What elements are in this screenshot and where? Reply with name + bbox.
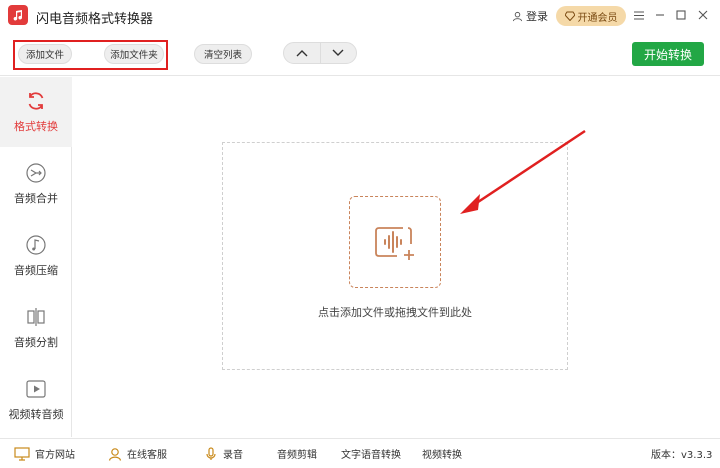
sidebar-item-video-to-audio[interactable]: 视频转音频: [0, 365, 72, 435]
sidebar-item-label: 格式转换: [14, 120, 58, 133]
version-label: 版本：v3.3.3: [651, 450, 713, 461]
sidebar-item-label: 视频转音频: [8, 408, 64, 421]
play-icon: [26, 380, 46, 398]
title-bar: 闪电音频格式转换器 登录 开通会员: [0, 0, 720, 32]
sidebar-item-audio-split[interactable]: 音频分割: [0, 293, 72, 363]
vip-label: 开通会员: [577, 12, 618, 24]
add-file-drop-target[interactable]: [349, 196, 441, 288]
sidebar-item-audio-merge[interactable]: 音频合并: [0, 149, 72, 219]
login-button[interactable]: 登录: [512, 8, 548, 24]
login-label: 登录: [526, 10, 548, 23]
sidebar-item-audio-compress[interactable]: 音频压缩: [0, 221, 72, 291]
record-link[interactable]: 录音: [204, 446, 243, 461]
merge-icon: [26, 163, 46, 183]
user-icon: [512, 11, 523, 21]
minimize-icon[interactable]: [651, 6, 669, 24]
clear-list-button[interactable]: 清空列表: [194, 44, 252, 64]
sidebar-item-label: 音频分割: [14, 336, 58, 349]
toolbar: 添加文件 添加文件夹 清空列表 开始转换: [0, 32, 720, 76]
sidebar-item-label: 音频压缩: [14, 264, 58, 277]
app-title: 闪电音频格式转换器: [36, 12, 154, 27]
support-icon: [108, 447, 122, 461]
bottom-bar: 官方网站 在线客服 录音 音频剪辑 文字语音转换 视频转换 版本：v3.3.3: [0, 438, 720, 468]
audio-edit-link[interactable]: 音频剪辑: [277, 446, 317, 461]
chevron-down-icon: [332, 49, 344, 56]
record-label: 录音: [223, 450, 243, 461]
sidebar-item-format-convert[interactable]: 格式转换: [0, 77, 72, 147]
hamburger-icon[interactable]: [630, 6, 648, 24]
monitor-icon: [14, 446, 30, 461]
official-website-link[interactable]: 官方网站: [14, 446, 75, 461]
move-down-button[interactable]: [321, 43, 357, 63]
microphone-icon: [206, 446, 216, 460]
text-to-speech-link[interactable]: 文字语音转换: [341, 446, 401, 461]
support-label: 在线客服: [127, 450, 167, 461]
vip-button[interactable]: 开通会员: [556, 6, 626, 26]
drop-hint-text: 点击添加文件或拖拽文件到此处: [318, 306, 472, 319]
close-icon[interactable]: [694, 6, 712, 24]
video-convert-link[interactable]: 视频转换: [422, 446, 462, 461]
online-support-link[interactable]: 在线客服: [108, 446, 167, 461]
file-drop-zone[interactable]: 点击添加文件或拖拽文件到此处: [222, 142, 568, 370]
maximize-icon[interactable]: [672, 6, 690, 24]
refresh-icon: [28, 92, 44, 110]
move-up-button[interactable]: [284, 43, 321, 63]
website-label: 官方网站: [35, 450, 75, 461]
music-note-icon: [26, 235, 46, 255]
diamond-icon: [564, 11, 575, 21]
add-folder-button[interactable]: 添加文件夹: [104, 44, 164, 64]
move-buttons: [283, 42, 357, 64]
sidebar: 格式转换 音频合并 音频压缩 音频分割 视频转音频: [0, 77, 72, 437]
sidebar-item-label: 音频合并: [14, 192, 58, 205]
audio-add-icon: [375, 227, 414, 260]
chevron-up-icon: [296, 50, 308, 57]
add-file-button[interactable]: 添加文件: [18, 44, 72, 64]
start-convert-button[interactable]: 开始转换: [632, 42, 704, 66]
split-icon: [27, 308, 45, 326]
app-logo: [8, 5, 28, 25]
